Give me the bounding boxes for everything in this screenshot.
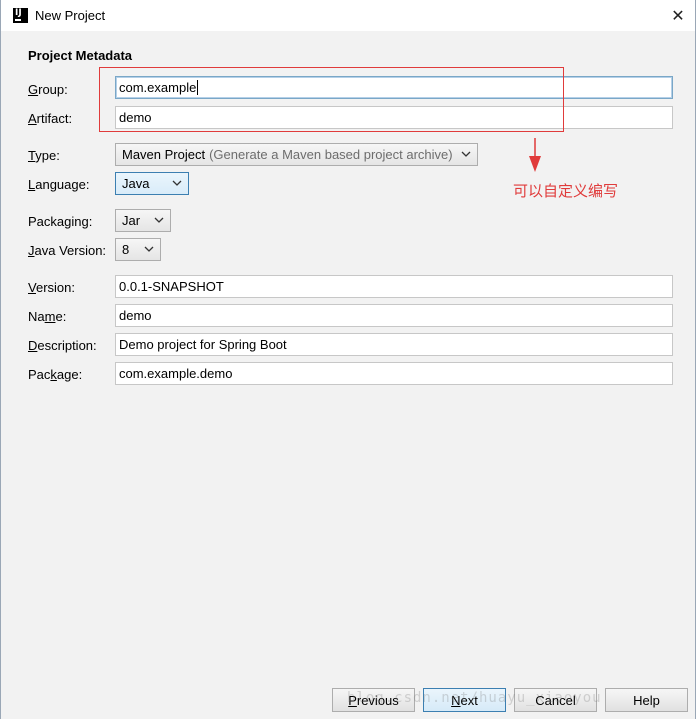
close-button[interactable]: ✕: [667, 4, 689, 26]
window-title: New Project: [35, 8, 106, 23]
annotation-highlight-box: [99, 67, 564, 132]
close-icon: ✕: [671, 5, 685, 25]
chevron-down-icon: [172, 180, 182, 186]
cancel-button[interactable]: Cancel: [514, 688, 597, 712]
description-label: Description:: [28, 338, 97, 353]
description-input[interactable]: Demo project for Spring Boot: [115, 333, 673, 356]
group-label: Group:: [28, 82, 68, 97]
package-input[interactable]: com.example.demo: [115, 362, 673, 385]
arrow-down-icon: [529, 138, 541, 172]
help-button[interactable]: Help: [605, 688, 688, 712]
artifact-label: Artifact:: [28, 111, 73, 126]
section-title: Project Metadata: [28, 48, 133, 63]
packaging-select[interactable]: Jar: [115, 209, 171, 232]
packaging-label: Packaging:: [28, 214, 93, 229]
title-bar: IJ New Project ✕: [1, 0, 695, 31]
annotation-text: 可以自定义编写: [513, 182, 619, 200]
chevron-down-icon: [144, 246, 154, 252]
previous-button[interactable]: Previous: [332, 688, 415, 712]
java-version-select[interactable]: 8: [115, 238, 161, 261]
intellij-icon: IJ: [13, 8, 28, 23]
next-button[interactable]: Next: [423, 688, 506, 712]
java-version-label: Java Version:: [28, 243, 107, 258]
name-label: Name:: [28, 309, 67, 324]
package-label: Package:: [28, 367, 83, 382]
version-label: Version:: [28, 280, 75, 295]
chevron-down-icon: [461, 151, 471, 157]
type-select[interactable]: Maven Project (Generate a Maven based pr…: [115, 143, 478, 166]
version-input[interactable]: 0.0.1-SNAPSHOT: [115, 275, 673, 298]
chevron-down-icon: [154, 217, 164, 223]
new-project-dialog: IJ New Project ✕ Project Metadata Group:…: [0, 0, 696, 719]
language-label: Language:: [28, 177, 90, 192]
language-select[interactable]: Java: [115, 172, 189, 195]
type-label: Type:: [28, 148, 60, 163]
name-input[interactable]: demo: [115, 304, 673, 327]
